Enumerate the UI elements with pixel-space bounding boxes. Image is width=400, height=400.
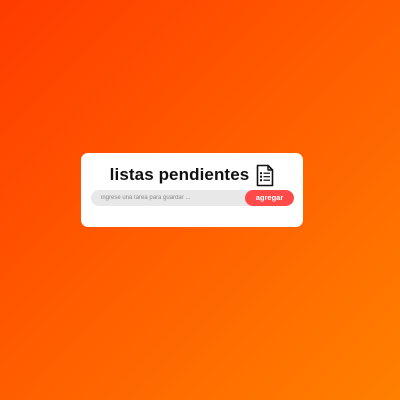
- task-input[interactable]: [91, 190, 243, 206]
- document-list-icon: [256, 164, 274, 187]
- todo-card: listas pendientes agregar: [81, 153, 303, 227]
- card-header: listas pendientes: [81, 162, 303, 188]
- task-input-row: agregar: [91, 190, 294, 206]
- app-title: listas pendientes: [109, 165, 250, 184]
- add-task-button[interactable]: agregar: [245, 190, 294, 206]
